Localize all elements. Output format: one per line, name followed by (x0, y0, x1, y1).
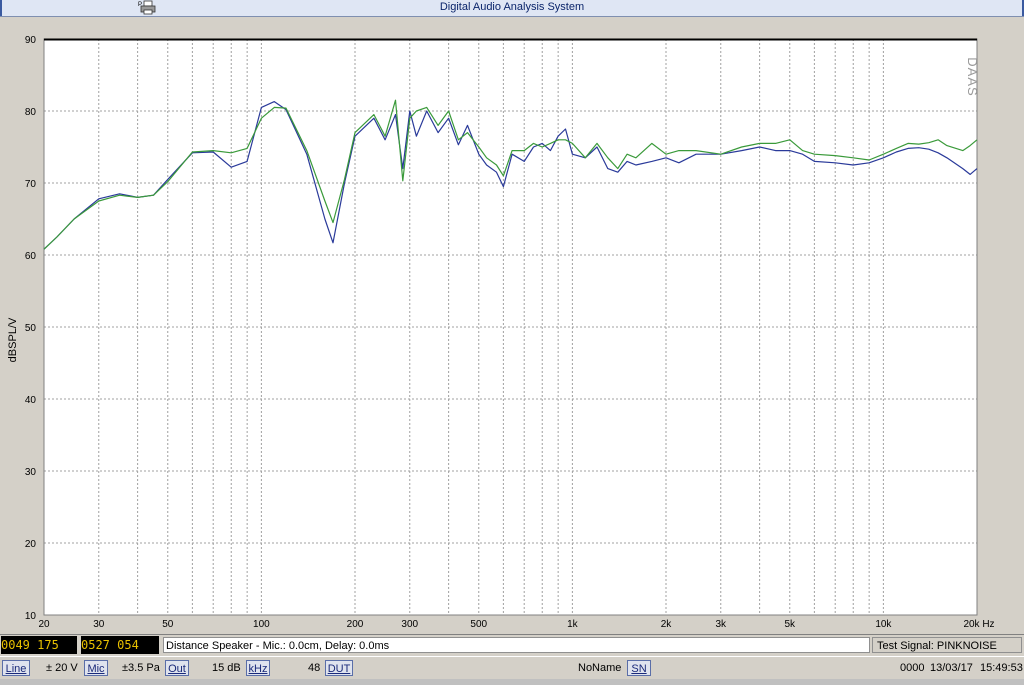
sample-rate-text: 48 (308, 662, 321, 674)
date-text: 13/03/17 (930, 662, 973, 674)
dut-button[interactable]: DUT (325, 660, 353, 676)
voltage-range-text: ± 20 V (46, 662, 78, 674)
gain-text: 15 dB (212, 662, 241, 674)
y-tick-label: 70 (25, 179, 37, 190)
y-tick-label: 50 (25, 323, 37, 334)
distance-delay-text: Distance Speaker - Mic.: 0.0cm, Delay: 0… (163, 637, 870, 653)
out-button[interactable]: Out (165, 660, 189, 676)
y-tick-label: 20 (25, 539, 37, 550)
x-tick-label: 100 (253, 619, 270, 629)
pressure-range-text: ±3.5 Pa (122, 662, 160, 674)
x-tick-label: 3k (715, 619, 727, 629)
x-tick-label: 5k (784, 619, 796, 629)
sn-button[interactable]: SN (627, 660, 651, 676)
window-title: Digital Audio Analysis System (439, 1, 585, 13)
y-tick-label: 10 (25, 611, 37, 622)
x-tick-label: 500 (470, 619, 487, 629)
x-tick-label: 200 (347, 619, 364, 629)
y-tick-label: 80 (25, 107, 37, 118)
status-bar: Line ± 20 V Mic ±3.5 Pa Out 15 dB kHz 48… (0, 656, 1024, 679)
mic-button[interactable]: Mic (84, 660, 108, 676)
time-text: 15:49:53 (980, 662, 1023, 674)
noname-text: NoName (578, 662, 622, 674)
frequency-response-chart: 102030405060708090 20 30 50 100 200 300 500 1k 2… (7, 35, 995, 629)
title-bar: P Digital Audio Analysis System (0, 0, 1024, 17)
y-tick-label: 40 (25, 395, 37, 406)
x-tick-label: 20 (38, 619, 50, 629)
test-signal-text: Test Signal: PINKNOISE (872, 637, 1022, 653)
x-tick-label: 20k Hz (963, 619, 994, 629)
lcd-readout-mid: 0527 054 (81, 636, 159, 654)
y-tick-label: 30 (25, 467, 37, 478)
x-tick-label: 2k (661, 619, 673, 629)
x-tick-label: 30 (93, 619, 105, 629)
x-tick-label: 10k (875, 619, 892, 629)
y-tick-label: 60 (25, 251, 37, 262)
lcd-readout-left: 0049 175 (1, 636, 77, 654)
khz-button[interactable]: kHz (246, 660, 270, 676)
x-tick-label: 1k (567, 619, 579, 629)
x-tick-labels: 20 30 50 100 200 300 500 1k 2k 3k 5k 10k 20k Hz (38, 619, 994, 629)
bottom-strip (0, 679, 1024, 685)
y-tick-label: 90 (25, 35, 37, 46)
counter-text: 0000 (900, 662, 925, 674)
y-tick-labels: 10 20 30 40 50 60 70 80 90 (25, 35, 37, 622)
x-tick-label: 300 (401, 619, 418, 629)
x-tick-label: 50 (162, 619, 174, 629)
watermark: DAAS (965, 57, 980, 96)
line-button[interactable]: Line (2, 660, 30, 676)
chart-area: 10 20 30 40 50 60 70 80 90 20 30 50 100 200 300 500 1k 2… (0, 17, 1024, 629)
info-row: 0049 175 0527 054 Distance Speaker - Mic… (0, 634, 1024, 655)
y-axis-label: dBSPL/V (7, 317, 19, 362)
